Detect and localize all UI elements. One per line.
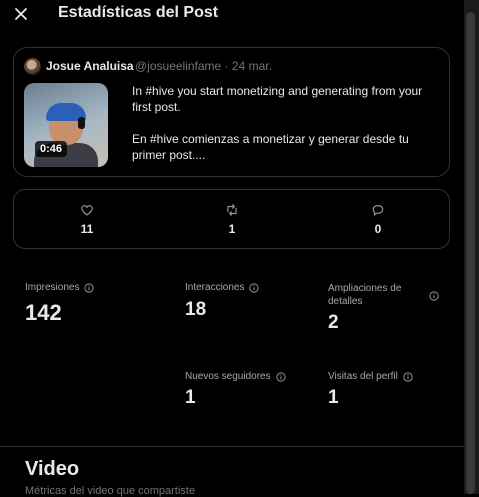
section-divider [0, 446, 464, 447]
metric-interactions-value: 18 [185, 299, 207, 320]
post-text: In #hive you start monetizing and genera… [132, 83, 442, 179]
post-text-spanish: En #hive comienzas a monetizar y generar… [132, 132, 409, 162]
metric-profile-visits-value: 1 [328, 387, 339, 408]
metric-impressions-value: 142 [25, 300, 62, 325]
close-icon [15, 8, 27, 20]
video-section-title: Video [25, 458, 80, 480]
metric-label-text: Nuevos seguidores [185, 371, 271, 382]
info-icon[interactable] [249, 282, 260, 293]
metric-impressions-label: Impresiones [25, 282, 95, 293]
scrollbar-thumb[interactable] [466, 12, 475, 494]
heart-icon [81, 205, 93, 216]
post-text-english: In #hive you start monetizing and genera… [132, 84, 423, 114]
repost-icon [227, 204, 237, 216]
reposts-stat: 1 [212, 203, 252, 236]
metric-label-text: Interacciones [185, 282, 245, 293]
likes-count: 11 [80, 222, 94, 236]
post-handle-date: @josueelinfame · 24 mar. [135, 59, 272, 73]
info-icon[interactable] [429, 291, 439, 301]
replies-stat: 0 [358, 203, 398, 236]
likes-stat: 11 [67, 203, 107, 236]
metric-new-followers-value: 1 [185, 387, 196, 408]
metric-interactions-label: Interacciones [185, 282, 260, 293]
metric-detail-expands-label: Ampliaciones de detalles [328, 283, 402, 307]
metric-detail-expands-value: 2 [328, 312, 339, 333]
info-icon[interactable] [276, 371, 286, 382]
metric-profile-visits-label: Visitas del perfil [328, 371, 413, 382]
metric-label-text: Visitas del perfil [328, 371, 398, 382]
page-title: Estadísticas del Post [58, 4, 219, 21]
reply-icon [372, 205, 384, 216]
metric-label-text: Impresiones [25, 282, 80, 293]
video-duration-badge: 0:46 [35, 141, 67, 157]
avatar[interactable] [24, 58, 41, 75]
info-icon[interactable] [84, 282, 95, 293]
info-icon[interactable] [403, 371, 413, 382]
replies-count: 0 [374, 222, 382, 236]
thumbnail-headset [78, 117, 85, 129]
video-section-subtitle: Métricas del video que compartiste [25, 485, 195, 497]
reposts-count: 1 [228, 222, 236, 236]
close-button[interactable] [8, 2, 34, 26]
metric-new-followers-label: Nuevos seguidores [185, 371, 286, 382]
engagement-summary: 11 1 0 [13, 189, 450, 249]
post-author[interactable]: Josue Analuisa [46, 59, 134, 73]
